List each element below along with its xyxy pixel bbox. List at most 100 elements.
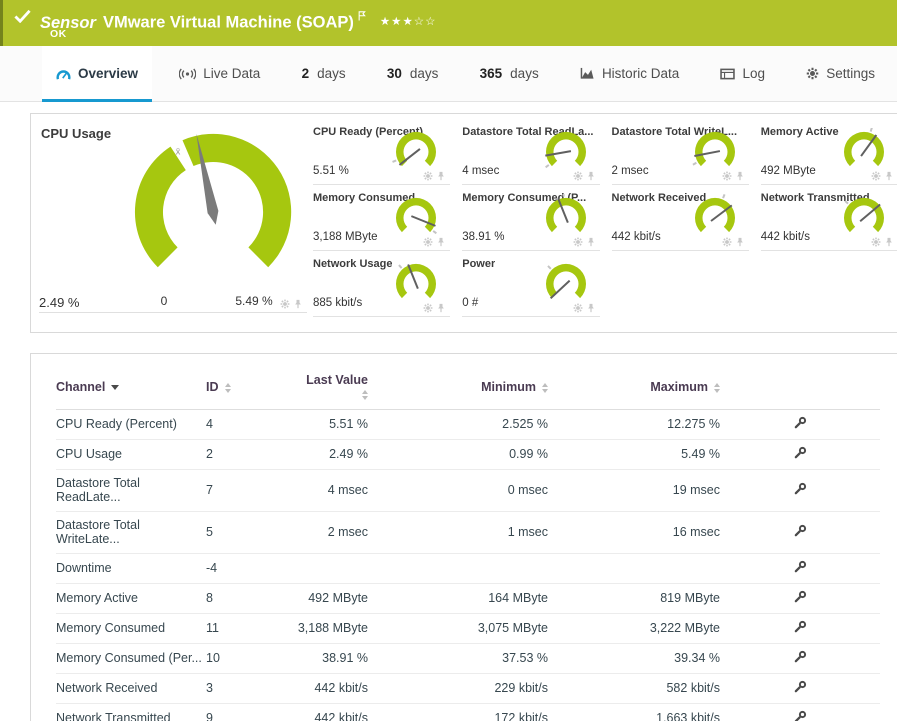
cell-last_value: 2.49 % — [296, 439, 368, 470]
gauge-tile-actions — [423, 303, 446, 313]
gauge[interactable] — [689, 194, 741, 240]
flag-icon[interactable] — [358, 7, 366, 25]
column-header-channel[interactable]: Channel — [56, 366, 206, 410]
cell-last_value: 5.51 % — [296, 409, 368, 440]
gauge-tile-cpu-usage[interactable]: CPU Usage x̄ 2.49 % 0 5.49 % — [39, 122, 307, 313]
column-header-id[interactable]: ID — [206, 366, 296, 410]
gauges-panel: CPU Usage x̄ 2.49 % 0 5.49 % CPU Ready (… — [30, 113, 897, 333]
gauge-tile-memory-consumed-p[interactable]: Memory Consumed (P... 38.91 % — [462, 190, 600, 251]
cell-actions — [720, 643, 880, 674]
cell-last_value: 492 MByte — [296, 583, 368, 614]
log-icon — [720, 68, 736, 80]
gauge-tile-memory-active[interactable]: Memory Active 492 MByte — [760, 124, 897, 185]
gear-icon[interactable] — [871, 171, 881, 181]
gauge-tile-memory-consumed[interactable]: Memory Consumed 3,188 MByte — [313, 190, 451, 251]
channel-settings-button[interactable] — [794, 416, 807, 432]
tab-live-data[interactable]: Live Data — [165, 46, 274, 101]
cell-maximum: 582 kbit/s — [548, 673, 720, 704]
channel-settings-button[interactable] — [794, 560, 807, 576]
tab-overview[interactable]: Overview — [42, 46, 153, 102]
pin-icon[interactable] — [884, 237, 894, 247]
cell-minimum: 164 MByte — [368, 583, 548, 614]
pin-icon[interactable] — [436, 171, 446, 181]
column-header-last-value[interactable]: Last Value — [296, 366, 368, 410]
tab-settings[interactable]: Settings — [792, 46, 889, 101]
cell-actions — [720, 673, 880, 704]
wrench-icon — [794, 446, 807, 462]
gauge-tile-power[interactable]: Power 0 # — [462, 256, 600, 317]
pin-icon[interactable] — [735, 171, 745, 181]
column-header-maximum[interactable]: Maximum — [548, 366, 720, 410]
channels-table: Channel ID Last Value Minimum Maximum CPU Re… — [56, 366, 880, 721]
channel-settings-button[interactable] — [794, 710, 807, 721]
cell-id: 5 — [206, 511, 296, 554]
cell-id: 9 — [206, 703, 296, 721]
gauge-current-value: 885 kbit/s — [313, 297, 363, 309]
wrench-icon — [794, 482, 807, 498]
sensor-type-label: Sensor — [40, 13, 96, 32]
priority-stars[interactable]: ★★★☆☆ — [380, 16, 437, 28]
gauge[interactable] — [689, 128, 741, 174]
pin-icon[interactable] — [436, 303, 446, 313]
gear-icon[interactable] — [423, 303, 433, 313]
gear-icon[interactable] — [280, 299, 290, 309]
channel-settings-button[interactable] — [794, 482, 807, 498]
pin-icon[interactable] — [293, 299, 303, 309]
tab-number: 30 — [386, 66, 402, 81]
pin-icon[interactable] — [884, 171, 894, 181]
tab-label: Historic Data — [601, 66, 680, 81]
pin-icon[interactable] — [586, 237, 596, 247]
cell-last_value — [296, 553, 368, 584]
pin-icon[interactable] — [436, 237, 446, 247]
channel-settings-button[interactable] — [794, 590, 807, 606]
gear-icon[interactable] — [423, 171, 433, 181]
column-header-minimum[interactable]: Minimum — [368, 366, 548, 410]
tab-log[interactable]: Log — [706, 46, 779, 101]
gauge-current-value: 2 msec — [611, 165, 649, 177]
channel-settings-button[interactable] — [794, 524, 807, 540]
cell-last_value: 442 kbit/s — [296, 703, 368, 721]
tab-historic-data[interactable]: Historic Data — [566, 46, 693, 101]
gauge[interactable] — [838, 128, 890, 174]
channel-settings-button[interactable] — [794, 650, 807, 666]
gauge-tile-actions — [722, 237, 745, 247]
channel-settings-button[interactable] — [794, 446, 807, 462]
gauge-tile-network-received[interactable]: Network Received 442 kbit/s — [611, 190, 749, 251]
gauge[interactable] — [390, 128, 442, 174]
cell-actions — [720, 613, 880, 644]
cell-id: 3 — [206, 673, 296, 704]
gauge[interactable] — [540, 128, 592, 174]
gauge-tile-datastore-total-writel[interactable]: Datastore Total WriteL... 2 msec — [611, 124, 749, 185]
tab-365-days[interactable]: 365 days — [466, 46, 553, 101]
cell-maximum: 5.49 % — [548, 439, 720, 470]
tab-2-days[interactable]: 2 days — [288, 46, 360, 101]
gauge[interactable] — [390, 260, 442, 306]
gear-icon[interactable] — [722, 171, 732, 181]
pin-icon[interactable] — [586, 171, 596, 181]
gauge[interactable] — [390, 194, 442, 240]
gauge[interactable] — [540, 260, 592, 306]
cell-minimum: 229 kbit/s — [368, 673, 548, 704]
gauge-tile-cpu-ready-percent[interactable]: CPU Ready (Percent) 5.51 % — [313, 124, 451, 185]
gear-icon[interactable] — [573, 171, 583, 181]
gauge-tile-datastore-total-readla[interactable]: Datastore Total ReadLa... 4 msec — [462, 124, 600, 185]
sort-updown-icon — [224, 382, 231, 393]
average-marker — [432, 230, 438, 235]
gauge-tile-network-transmitted[interactable]: Network Transmitted 442 kbit/s — [760, 190, 897, 251]
channel-settings-button[interactable] — [794, 620, 807, 636]
column-label: ID — [206, 380, 219, 394]
gauge[interactable] — [540, 194, 592, 240]
channel-settings-button[interactable] — [794, 680, 807, 696]
gauge-tile-network-usage[interactable]: Network Usage 885 kbit/s — [313, 256, 451, 317]
pin-icon[interactable] — [735, 237, 745, 247]
gear-icon[interactable] — [423, 237, 433, 247]
gear-icon[interactable] — [871, 237, 881, 247]
gear-icon[interactable] — [573, 303, 583, 313]
cpu-usage-gauge[interactable]: x̄ — [91, 132, 335, 282]
tab-30-days[interactable]: 30 days — [373, 46, 453, 101]
gauge[interactable] — [838, 194, 890, 240]
gear-icon[interactable] — [722, 237, 732, 247]
pin-icon[interactable] — [586, 303, 596, 313]
table-row: Network Transmitted 9 442 kbit/s 172 kbit/s… — [56, 703, 880, 721]
gear-icon[interactable] — [573, 237, 583, 247]
